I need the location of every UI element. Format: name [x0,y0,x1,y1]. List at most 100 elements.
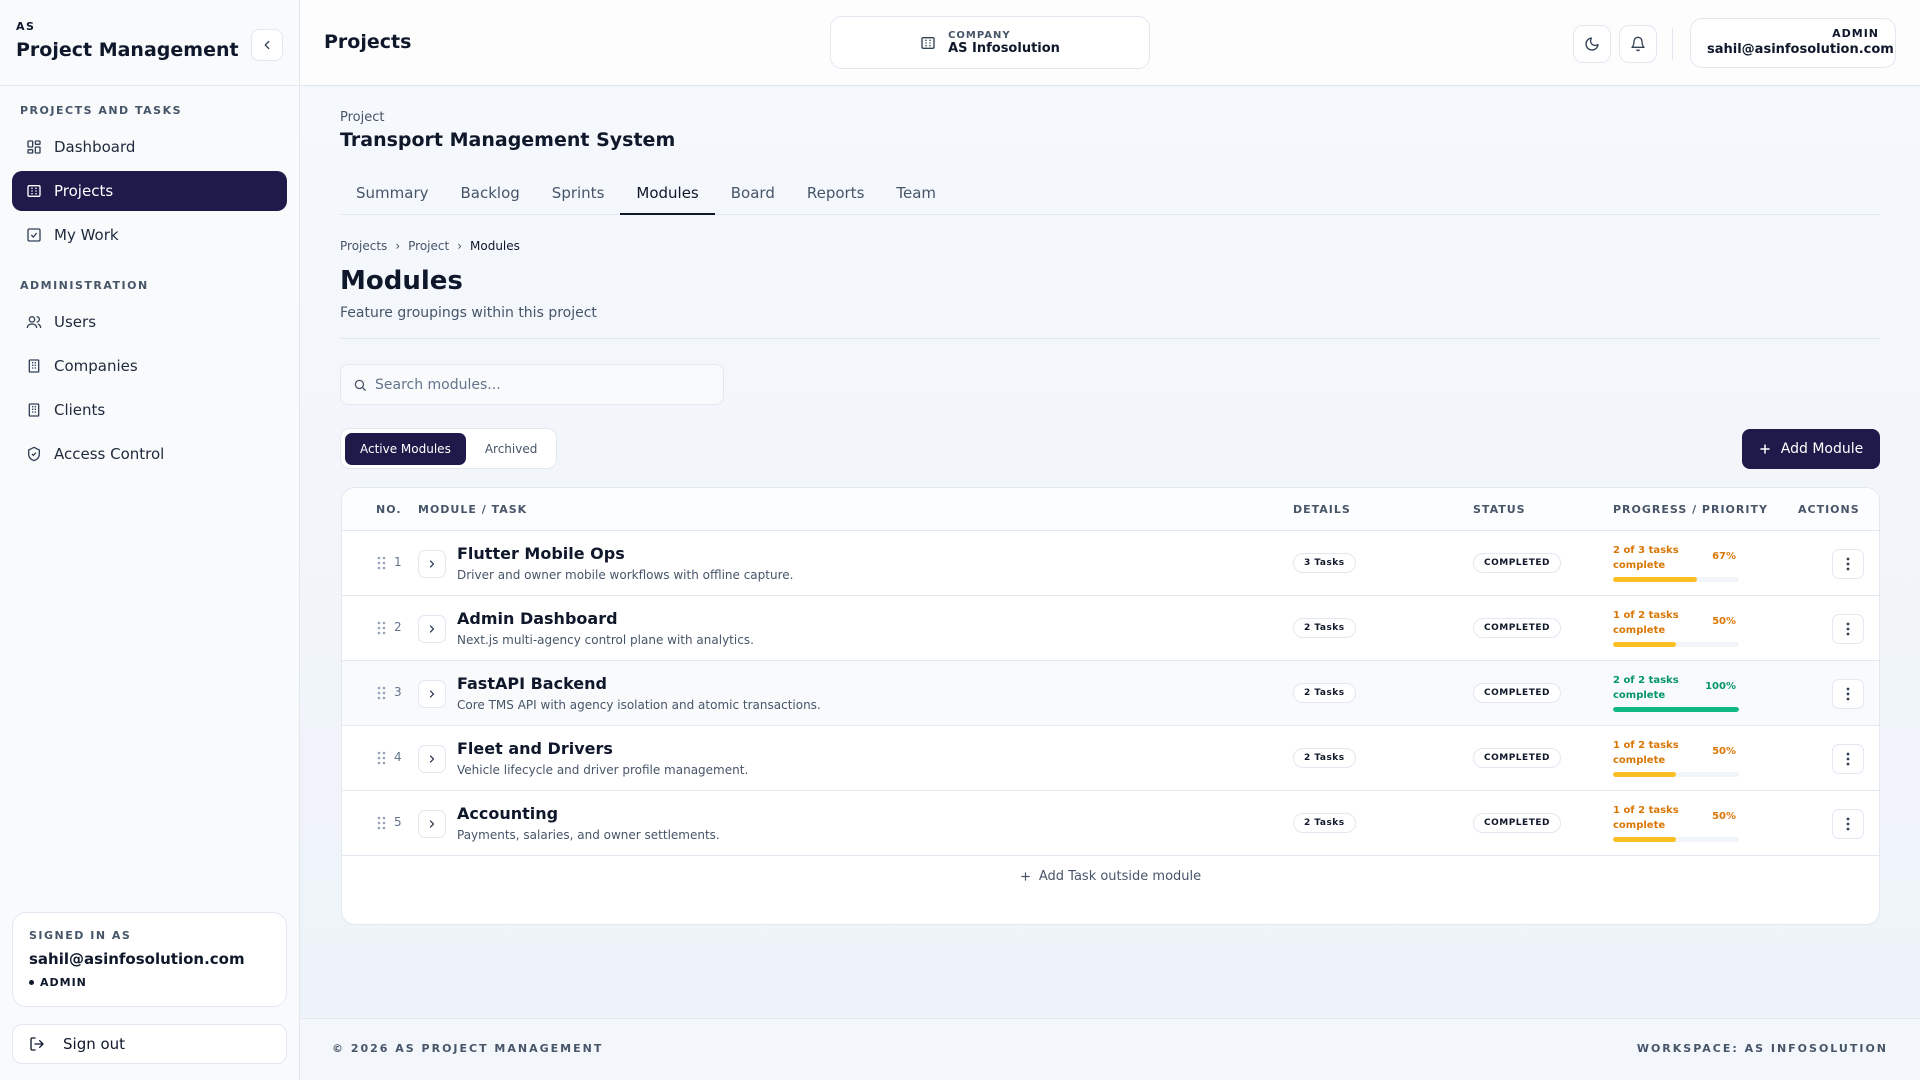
more-vertical-icon [1846,687,1850,701]
progress-text: 1 of 2 tasks complete [1613,610,1679,636]
module-description: Vehicle lifecycle and driver profile man… [457,763,749,777]
modules-table: NO. MODULE / TASK DETAILS STATUS PROGRES… [341,487,1880,925]
tab-modules[interactable]: Modules [620,175,715,215]
nav-section-administration: ADMINISTRATION [20,279,149,292]
tab-team[interactable]: Team [880,175,952,215]
drag-handle-icon[interactable] [377,751,387,765]
table-row[interactable]: 2 Admin Dashboard Next.js multi-agency c… [342,596,1879,661]
sidebar-item-users[interactable]: Users [12,302,287,342]
table-row[interactable]: 3 FastAPI Backend Core TMS API with agen… [342,661,1879,726]
row-actions-button[interactable] [1832,809,1864,839]
row-actions-button[interactable] [1832,679,1864,709]
signed-in-card: SIGNED IN AS sahil@asinfosolution.com AD… [12,912,287,1007]
module-description: Payments, salaries, and owner settlement… [457,828,720,842]
details-badge: 2 Tasks [1293,813,1356,833]
tab-backlog[interactable]: Backlog [445,175,536,215]
sidebar-item-projects[interactable]: Projects [12,171,287,211]
tab-reports[interactable]: Reports [791,175,881,215]
sidebar-item-access-control[interactable]: Access Control [12,434,287,474]
page-subtitle: Feature groupings within this project [340,305,597,321]
expand-row-button[interactable] [418,745,446,773]
table-row[interactable]: 4 Fleet and Drivers Vehicle lifecycle an… [342,726,1879,791]
drag-handle-icon[interactable] [377,686,387,700]
moon-icon [1585,37,1599,51]
chevron-right-icon [429,820,435,828]
table-row[interactable]: 1 Flutter Mobile Ops Driver and owner mo… [342,531,1879,596]
expand-row-button[interactable] [418,680,446,708]
search-input[interactable] [375,376,705,393]
add-task-outside-module-button[interactable]: Add Task outside module [342,869,1879,884]
progress-text: 1 of 2 tasks complete [1613,805,1679,831]
sidebar-item-dashboard[interactable]: Dashboard [12,127,287,167]
breadcrumb-projects[interactable]: Projects [340,239,387,253]
breadcrumb-project[interactable]: Project [408,239,449,253]
sidebar-item-clients[interactable]: Clients [12,390,287,430]
status-badge: COMPLETED [1473,748,1561,768]
progress-text: 2 of 2 tasks complete [1613,675,1679,701]
user-email: sahil@asinfosolution.com [1707,42,1894,57]
brand: AS Project Management [0,0,299,86]
bell-icon [1631,36,1645,52]
building-icon [28,359,40,373]
row-actions-button[interactable] [1832,614,1864,644]
archived-modules-tab[interactable]: Archived [470,433,553,465]
user-menu[interactable]: ADMIN sahil@asinfosolution.com [1690,18,1896,68]
signed-in-label: SIGNED IN AS [29,929,132,942]
chevron-right-icon [429,755,435,763]
row-actions-button[interactable] [1832,549,1864,579]
project-label: Project [340,110,385,125]
company-selector[interactable]: COMPANY AS Infosolution [830,16,1150,69]
sidebar-item-label: Clients [54,401,106,419]
footer-workspace: WORKSPACE: AS INFOSOLUTION [1636,1042,1888,1055]
module-name[interactable]: Flutter Mobile Ops [457,544,625,563]
column-header-actions: ACTIONS [1798,503,1860,516]
progress-percent: 100% [1705,681,1736,692]
module-name[interactable]: Admin Dashboard [457,609,618,628]
expand-row-button[interactable] [418,550,446,578]
module-description: Driver and owner mobile workflows with o… [457,568,794,582]
details-badge: 2 Tasks [1293,748,1356,768]
drag-handle-icon[interactable] [377,621,387,635]
progress-bar [1613,707,1739,712]
breadcrumb: Projects › Project › Modules [340,239,520,253]
row-number: 5 [394,815,402,829]
collapse-sidebar-button[interactable] [251,29,283,61]
progress-text: 1 of 2 tasks complete [1613,740,1679,766]
column-header-status: STATUS [1473,503,1526,516]
tab-sprints[interactable]: Sprints [536,175,621,215]
brand-abbreviation: AS [16,20,36,33]
progress-bar-fill [1613,707,1739,712]
breadcrumb-current: Modules [470,239,520,253]
more-vertical-icon [1846,752,1850,766]
chevron-left-icon [264,40,270,50]
module-name[interactable]: Accounting [457,804,558,823]
progress-text: 2 of 3 tasks complete [1613,545,1679,571]
theme-toggle-button[interactable] [1573,25,1611,63]
add-module-button[interactable]: Add Module [1742,429,1880,469]
module-name[interactable]: FastAPI Backend [457,674,607,693]
chevron-right-icon: › [395,239,401,253]
expand-row-button[interactable] [418,810,446,838]
progress-bar-fill [1613,642,1676,647]
progress-percent: 50% [1712,811,1736,822]
sidebar-item-my-work[interactable]: My Work [12,215,287,255]
notifications-button[interactable] [1619,25,1657,63]
expand-row-button[interactable] [418,615,446,643]
search-box [340,364,724,405]
sidebar-item-companies[interactable]: Companies [12,346,287,386]
table-row[interactable]: 5 Accounting Payments, salaries, and own… [342,791,1879,856]
column-header-module: MODULE / TASK [418,503,528,516]
topbar: Projects COMPANY AS Infosolution ADMIN s… [300,0,1920,86]
tab-summary[interactable]: Summary [340,175,445,215]
sidebar-item-label: Projects [54,182,114,200]
active-modules-tab[interactable]: Active Modules [345,432,466,465]
drag-handle-icon[interactable] [377,556,387,570]
row-actions-button[interactable] [1832,744,1864,774]
sign-out-button[interactable]: Sign out [12,1024,287,1064]
drag-handle-icon[interactable] [377,816,387,830]
role-dot-icon [29,980,34,985]
tab-board[interactable]: Board [715,175,791,215]
shield-icon [28,446,40,462]
module-name[interactable]: Fleet and Drivers [457,739,613,758]
progress-bar [1613,837,1739,842]
